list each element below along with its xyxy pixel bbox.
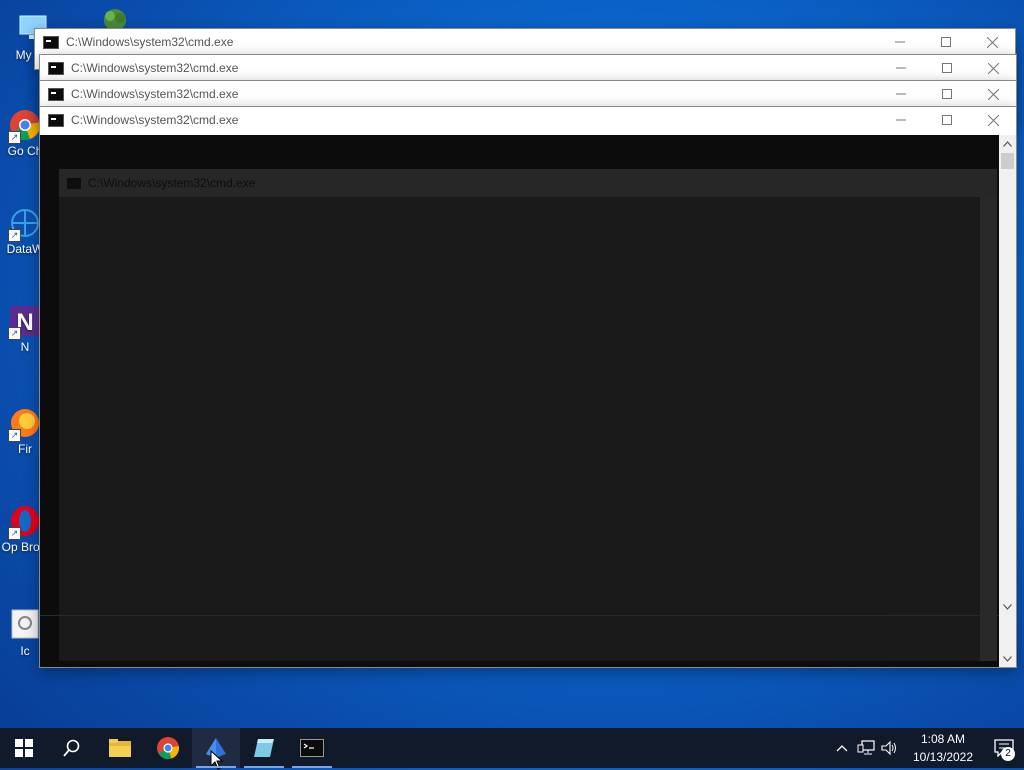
n-app-icon: N ↗ xyxy=(8,304,42,340)
minimize-button[interactable] xyxy=(877,29,923,55)
scroll-down-arrow-icon[interactable] xyxy=(999,650,1016,667)
maximize-button[interactable] xyxy=(924,81,970,107)
close-button[interactable] xyxy=(970,55,1016,81)
chrome-icon: ↗ xyxy=(8,108,42,144)
folder-icon xyxy=(109,739,131,757)
cmd-icon xyxy=(48,113,64,127)
shortcut-arrow-icon: ↗ xyxy=(8,327,21,340)
search-icon xyxy=(63,739,80,757)
notification-count-badge: 2 xyxy=(1001,747,1015,761)
close-icon xyxy=(986,36,998,48)
volume-icon xyxy=(881,740,896,756)
ghost-cmd-window: C:\Windows\system32\cmd.exe xyxy=(59,169,997,661)
minimize-button[interactable] xyxy=(878,81,924,107)
scroll-up-arrow-icon[interactable] xyxy=(999,135,1016,152)
network-button[interactable] xyxy=(854,728,878,768)
datawrapper-icon: ↗ xyxy=(8,206,42,242)
ghost-window-title: C:\Windows\system32\cmd.exe xyxy=(88,176,256,190)
maximize-button[interactable] xyxy=(924,55,970,81)
chevron-up-icon xyxy=(836,745,848,752)
scrollbar-thumb[interactable] xyxy=(1001,153,1014,169)
shortcut-arrow-icon: ↗ xyxy=(8,229,21,242)
show-hidden-icons-button[interactable] xyxy=(830,728,854,768)
minimize-icon xyxy=(896,119,906,121)
scroll-down-arrow-icon[interactable] xyxy=(999,598,1016,615)
taskbar-cmd[interactable] xyxy=(288,728,336,768)
minimize-button[interactable] xyxy=(878,107,924,133)
shortcut-arrow-icon: ↗ xyxy=(8,527,21,540)
taskbar-chrome[interactable] xyxy=(144,728,192,768)
search-button[interactable] xyxy=(48,728,96,768)
clock-date: 10/13/2022 xyxy=(912,750,974,764)
maximize-icon xyxy=(942,89,952,99)
cmd-icon xyxy=(48,61,64,75)
maximize-icon xyxy=(942,115,952,125)
window-title: C:\Windows\system32\cmd.exe xyxy=(71,113,239,127)
clock[interactable]: 1:08 AM 10/13/2022 xyxy=(908,730,978,766)
maximize-icon xyxy=(942,63,952,73)
cmd-icon xyxy=(43,35,59,49)
window-title: C:\Windows\system32\cmd.exe xyxy=(71,61,239,75)
cmd-window-4[interactable]: C:\Windows\system32\cmd.exe C:\Windows\s… xyxy=(39,106,1017,668)
action-center-button[interactable]: 2 xyxy=(984,728,1024,768)
vertical-scrollbar[interactable] xyxy=(999,135,1016,667)
firefox-icon: ↗ xyxy=(8,406,42,442)
window-title: C:\Windows\system32\cmd.exe xyxy=(66,35,234,49)
mouse-cursor-icon xyxy=(210,750,224,770)
taskbar-file-explorer[interactable] xyxy=(96,728,144,768)
opera-icon: ↗ xyxy=(8,504,42,540)
minimize-icon xyxy=(896,93,906,95)
ghost-console xyxy=(59,197,980,661)
title-bar[interactable]: C:\Windows\system32\cmd.exe xyxy=(35,29,1015,55)
close-icon xyxy=(987,62,999,74)
maximize-icon xyxy=(941,37,951,47)
notepad-icon xyxy=(254,739,274,757)
taskbar-pinned-app[interactable] xyxy=(192,728,240,770)
close-icon xyxy=(987,88,999,100)
cmd-icon xyxy=(67,177,81,189)
title-bar[interactable]: C:\Windows\system32\cmd.exe xyxy=(40,107,1016,133)
ghost-title-bar: C:\Windows\system32\cmd.exe xyxy=(59,169,997,197)
taskbar-notepad-app[interactable] xyxy=(240,728,288,768)
shortcut-arrow-icon: ↗ xyxy=(8,429,21,442)
console-separator xyxy=(40,615,999,616)
start-button[interactable] xyxy=(0,728,48,768)
minimize-button[interactable] xyxy=(878,55,924,81)
title-bar[interactable]: C:\Windows\system32\cmd.exe xyxy=(40,81,1016,107)
title-bar[interactable]: C:\Windows\system32\cmd.exe xyxy=(40,55,1016,81)
close-button[interactable] xyxy=(970,81,1016,107)
cmd-icon xyxy=(300,739,324,757)
taskbar: 1:08 AM 10/13/2022 2 xyxy=(0,728,1024,770)
windows-logo-icon xyxy=(15,739,33,757)
cmd-icon xyxy=(48,87,64,101)
minimize-icon xyxy=(896,67,906,69)
shortcut-arrow-icon: ↗ xyxy=(8,131,21,144)
clock-time: 1:08 AM xyxy=(920,732,966,746)
close-button[interactable] xyxy=(970,107,1016,133)
close-button[interactable] xyxy=(969,29,1015,55)
volume-button[interactable] xyxy=(878,728,902,768)
minimize-icon xyxy=(895,41,905,43)
window-title: C:\Windows\system32\cmd.exe xyxy=(71,87,239,101)
settings-doc-icon xyxy=(8,608,42,642)
maximize-button[interactable] xyxy=(923,29,969,55)
ghost-scrollbar xyxy=(980,197,997,661)
maximize-button[interactable] xyxy=(924,107,970,133)
network-icon xyxy=(857,740,875,755)
system-tray: 1:08 AM 10/13/2022 2 xyxy=(830,728,1024,768)
chrome-icon xyxy=(157,737,179,760)
close-icon xyxy=(987,114,999,126)
